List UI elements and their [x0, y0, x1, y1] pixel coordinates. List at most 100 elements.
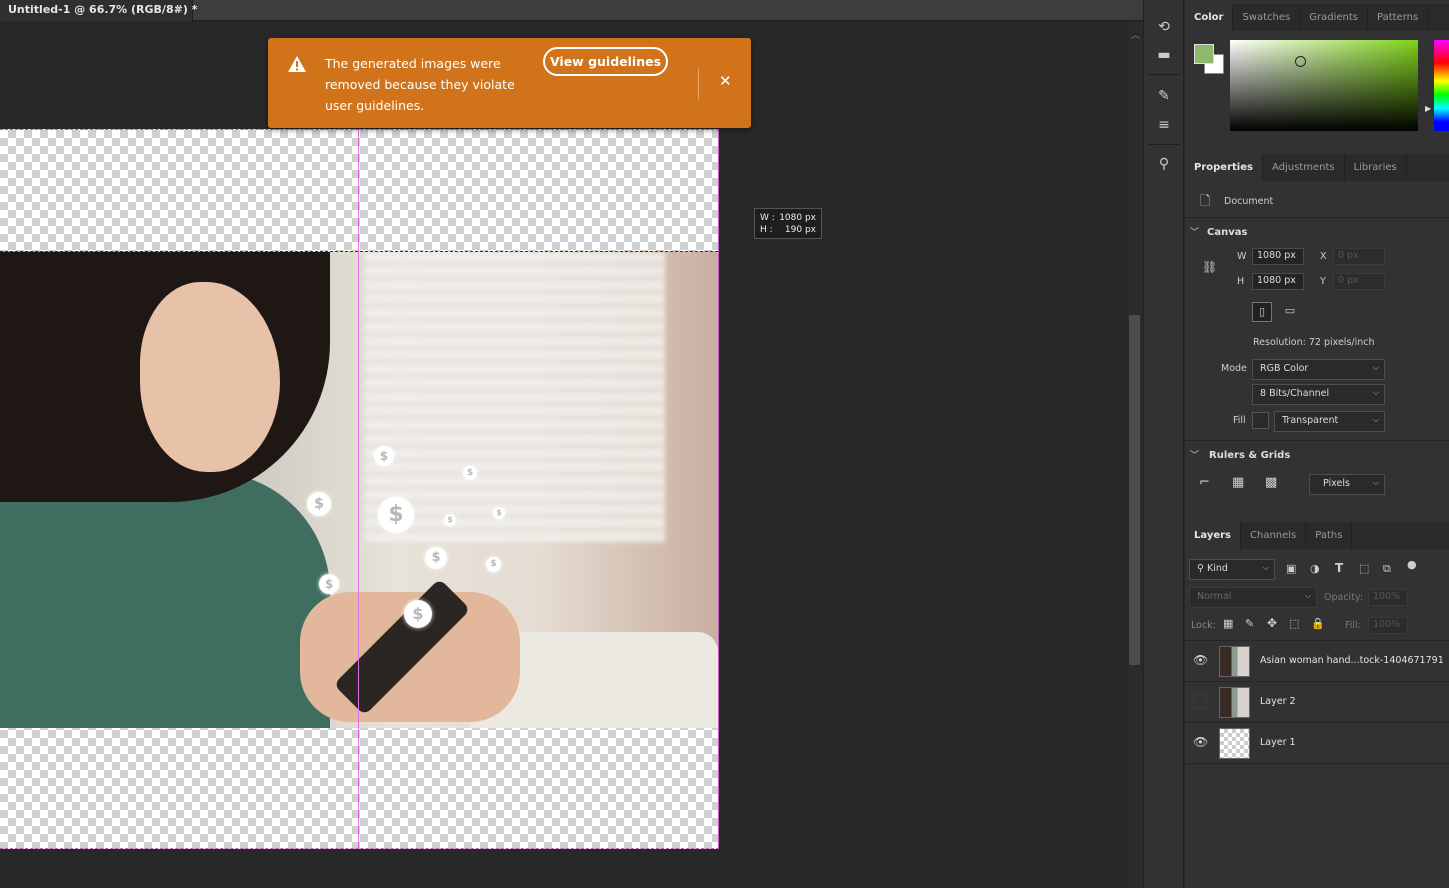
color-picker-ring[interactable]: [1295, 56, 1306, 67]
brush-settings-icon[interactable]: ✎: [1155, 87, 1173, 105]
foreground-color-swatch[interactable]: [1194, 44, 1214, 64]
scroll-up-icon[interactable]: ︿: [1131, 28, 1140, 41]
fill-value: Transparent: [1282, 415, 1339, 426]
properties-panel-tabs: Properties Adjustments Libraries: [1185, 154, 1449, 181]
lock-artboard-icon[interactable]: ⬚: [1289, 617, 1299, 630]
canvas-workspace[interactable]: $ $ $ $ $ $ $ $ $ $: [0, 22, 1126, 888]
warning-icon: [288, 56, 306, 72]
layer-row[interactable]: 👁 Asian woman hand...tock-1404671791: [1185, 641, 1449, 682]
tab-channels[interactable]: Channels: [1241, 522, 1307, 549]
bit-depth-value: 8 Bits/Channel: [1260, 388, 1330, 399]
eye-icon[interactable]: 👁: [1193, 653, 1208, 667]
tab-close-icon[interactable]: ×: [174, 2, 183, 15]
view-guidelines-button[interactable]: View guidelines: [543, 47, 668, 76]
ruler-units-select[interactable]: Pixels ⌵: [1309, 474, 1385, 495]
scrollbar-thumb[interactable]: [1129, 315, 1140, 665]
search-icon: ⚲: [1197, 563, 1207, 574]
hue-slider[interactable]: [1434, 40, 1449, 131]
color-mode-value: RGB Color: [1260, 363, 1309, 374]
document-tab[interactable]: Untitled-1 @ 66.7% (RGB/8#) * ×: [0, 0, 197, 21]
tooltip-w-label: W :: [760, 213, 775, 223]
mode-label: Mode: [1221, 363, 1247, 374]
clone-source-icon[interactable]: ⚲: [1155, 155, 1173, 173]
layer-row[interactable]: Layer 2: [1185, 682, 1449, 723]
tab-color[interactable]: Color: [1185, 4, 1234, 31]
canvas-collapse-chevron-icon[interactable]: ﹀: [1190, 225, 1199, 238]
lock-transparent-icon[interactable]: ▦: [1223, 617, 1233, 630]
document-label: Document: [1224, 196, 1274, 207]
fill-opacity-input[interactable]: 100%: [1368, 617, 1408, 634]
lock-paint-icon[interactable]: ✎: [1245, 617, 1254, 630]
rulers-grids-title: Rulers & Grids: [1209, 450, 1291, 461]
fill-select[interactable]: Transparent ⌵: [1274, 411, 1385, 432]
tab-patterns[interactable]: Patterns: [1368, 4, 1429, 31]
tab-layers[interactable]: Layers: [1185, 522, 1241, 549]
landscape-orientation-icon[interactable]: ▭: [1280, 302, 1300, 322]
fill-swatch[interactable]: [1252, 412, 1269, 429]
lock-label: Lock:: [1191, 620, 1216, 631]
layer-name: Asian woman hand...tock-1404671791: [1260, 655, 1444, 666]
filter-shape-icon[interactable]: ⬚: [1359, 562, 1369, 575]
layer-thumbnail: [1219, 646, 1250, 677]
filter-smart-object-icon[interactable]: ⧉: [1383, 562, 1391, 576]
x-label: X: [1320, 251, 1327, 262]
eye-hidden-icon[interactable]: [1193, 694, 1207, 708]
panel-icon-strip: ⟲ ▬ ✎ ≡ ⚲: [1143, 0, 1184, 888]
ruler-icon[interactable]: ⌐: [1199, 475, 1210, 490]
fill-opacity-label: Fill:: [1345, 620, 1361, 631]
color-panel-tabs: Color Swatches Gradients Patterns: [1185, 4, 1449, 31]
filter-type-icon[interactable]: T: [1335, 561, 1343, 575]
dimensions-tooltip: W : 1080 px H : 190 px: [754, 208, 822, 239]
blend-mode-select[interactable]: Normal ⌵: [1189, 587, 1317, 608]
filter-pixel-icon[interactable]: ▣: [1286, 562, 1296, 575]
grid-icon[interactable]: ▦: [1232, 475, 1244, 490]
history-icon[interactable]: ⟲: [1155, 18, 1173, 36]
toast-message: The generated images were removed becaus…: [325, 56, 515, 113]
comments-icon[interactable]: ▬: [1155, 46, 1173, 64]
tab-paths[interactable]: Paths: [1306, 522, 1353, 549]
canvas-height-input[interactable]: 1080 px: [1252, 273, 1304, 290]
lock-all-icon[interactable]: 🔒: [1311, 617, 1325, 630]
toast-close-icon[interactable]: ✕: [719, 74, 732, 89]
canvas-x-input[interactable]: 0 px: [1333, 248, 1385, 265]
right-panels: Color Swatches Gradients Patterns ▶ Prop…: [1185, 0, 1449, 888]
tab-adjustments[interactable]: Adjustments: [1263, 154, 1345, 181]
filter-toggle-icon[interactable]: ●: [1407, 558, 1417, 571]
opacity-input[interactable]: 100%: [1368, 589, 1408, 606]
vertical-scrollbar[interactable]: ︿: [1126, 22, 1143, 888]
layers-panel-tabs: Layers Channels Paths: [1185, 522, 1449, 549]
lock-position-icon[interactable]: ✥: [1267, 616, 1277, 630]
document-canvas[interactable]: $ $ $ $ $ $ $ $ $ $: [0, 129, 719, 849]
hue-slider-arrow-icon[interactable]: ▶: [1425, 104, 1431, 113]
vertical-guide-line[interactable]: [358, 129, 359, 849]
tab-swatches[interactable]: Swatches: [1233, 4, 1301, 31]
chevron-down-icon: ⌵: [1304, 591, 1311, 600]
link-dimensions-icon[interactable]: ⛓: [1202, 260, 1217, 274]
rulers-collapse-chevron-icon[interactable]: ﹀: [1190, 448, 1199, 461]
portrait-orientation-icon[interactable]: ▯: [1252, 302, 1272, 322]
canvas-y-input[interactable]: 0 px: [1333, 273, 1385, 290]
color-mode-select[interactable]: RGB Color ⌵: [1252, 359, 1385, 380]
tab-libraries[interactable]: Libraries: [1345, 154, 1407, 181]
tab-properties[interactable]: Properties: [1185, 154, 1263, 181]
layer-thumbnail: [1219, 687, 1250, 718]
fill-label: Fill: [1233, 415, 1246, 426]
height-label: H: [1237, 276, 1245, 287]
document-icon: 🗋: [1200, 194, 1211, 209]
y-label: Y: [1320, 276, 1326, 287]
tab-gradients[interactable]: Gradients: [1300, 4, 1368, 31]
layer-name: Layer 2: [1260, 696, 1296, 707]
layer-thumbnail: [1219, 728, 1250, 759]
filter-adjustment-icon[interactable]: ◑: [1310, 562, 1320, 575]
resolution-text: Resolution: 72 pixels/inch: [1253, 337, 1375, 348]
canvas-width-input[interactable]: 1080 px: [1252, 248, 1304, 265]
adjustment-sliders-icon[interactable]: ≡: [1155, 116, 1173, 134]
canvas-section-title: Canvas: [1207, 227, 1248, 238]
layer-filter-select[interactable]: ⚲ Kind ⌵: [1189, 559, 1275, 580]
layer-row[interactable]: 👁 Layer 1: [1185, 723, 1449, 764]
pixel-grid-icon[interactable]: ▩: [1265, 475, 1277, 490]
color-field[interactable]: [1230, 40, 1418, 131]
chevron-down-icon: ⌵: [1262, 563, 1269, 572]
bit-depth-select[interactable]: 8 Bits/Channel ⌵: [1252, 384, 1385, 405]
eye-icon[interactable]: 👁: [1193, 735, 1208, 749]
